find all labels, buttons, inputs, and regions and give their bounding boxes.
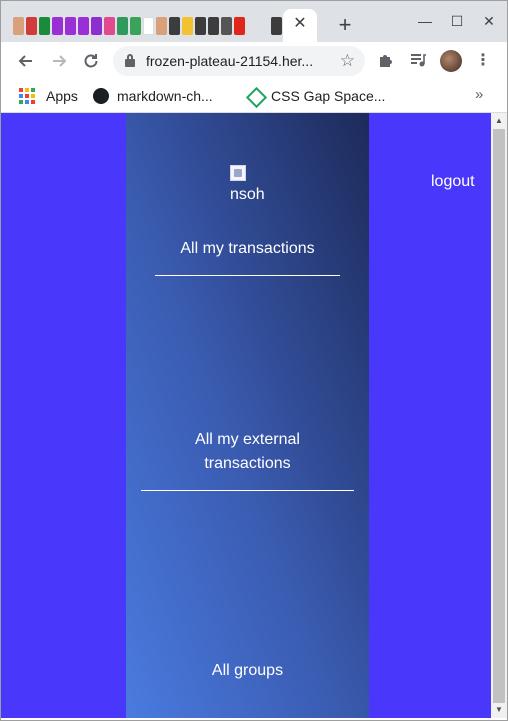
new-tab-button[interactable]: + bbox=[334, 14, 356, 36]
github-icon bbox=[93, 88, 109, 104]
android-favicon-icon[interactable] bbox=[117, 17, 128, 35]
green-app-favicon-icon[interactable] bbox=[39, 17, 50, 35]
red-app-favicon-icon[interactable] bbox=[26, 17, 37, 35]
css-diamond-icon bbox=[247, 88, 263, 104]
purple-app-favicon-icon[interactable] bbox=[52, 17, 63, 35]
page-viewport: nsoh logout All my transactions All my e… bbox=[1, 113, 491, 718]
refresh-favicon-icon[interactable] bbox=[221, 17, 232, 35]
tab-strip: ✕ + — ☐ ✕ bbox=[1, 1, 507, 42]
bookmarks-bar: Apps markdown-ch... CSS Gap Space... » bbox=[1, 80, 507, 113]
browser-menu-icon[interactable]: ⋮ bbox=[475, 51, 491, 71]
vertical-scrollbar[interactable]: ▲ ▼ bbox=[491, 113, 507, 718]
reload-icon[interactable] bbox=[80, 50, 102, 72]
youtube-favicon-icon[interactable] bbox=[234, 17, 245, 35]
purple-app-favicon-icon[interactable] bbox=[65, 17, 76, 35]
pinned-tab-favicons bbox=[13, 17, 245, 37]
scroll-up-arrow-icon[interactable]: ▲ bbox=[494, 116, 504, 126]
url-text[interactable]: frozen-plateau-21154.her... bbox=[146, 53, 324, 69]
bookmark-label: markdown-ch... bbox=[117, 88, 213, 104]
extensions-puzzle-icon[interactable] bbox=[376, 51, 396, 71]
menu-divider bbox=[141, 490, 354, 491]
profile-avatar[interactable] bbox=[440, 50, 462, 72]
logo-image: nsoh bbox=[230, 165, 270, 205]
scroll-down-arrow-icon[interactable]: ▼ bbox=[494, 705, 504, 715]
menu-all-groups[interactable]: All groups bbox=[126, 659, 369, 683]
minimize-button[interactable]: — bbox=[415, 11, 435, 31]
bookmark-markdown[interactable]: markdown-ch... bbox=[93, 86, 213, 106]
bookmark-css-gap[interactable]: CSS Gap Space... bbox=[247, 86, 385, 106]
bookmark-apps[interactable]: Apps bbox=[19, 86, 78, 106]
dollar-favicon-icon[interactable] bbox=[182, 17, 193, 35]
scroll-thumb[interactable] bbox=[493, 129, 505, 703]
logout-link[interactable]: logout bbox=[431, 173, 475, 191]
browser-window: ✕ + — ☐ ✕ frozen-plateau-21154.her... ☆ bbox=[0, 0, 508, 721]
broken-image-icon bbox=[230, 165, 246, 181]
avatar-dark-favicon-icon[interactable] bbox=[169, 17, 180, 35]
menu-all-external-transactions[interactable]: All my external transactions bbox=[176, 428, 319, 476]
lock-icon[interactable] bbox=[125, 54, 135, 67]
bookmark-star-icon[interactable]: ☆ bbox=[340, 51, 355, 71]
bookmark-label: Apps bbox=[46, 88, 78, 104]
avatar-dark-favicon-icon[interactable] bbox=[195, 17, 206, 35]
purple-app-favicon-icon[interactable] bbox=[91, 17, 102, 35]
menu-all-transactions[interactable]: All my transactions bbox=[126, 237, 369, 261]
avatar-dark-favicon-icon bbox=[271, 17, 282, 35]
apps-grid-icon bbox=[19, 88, 35, 104]
avatar-favicon-icon[interactable] bbox=[156, 17, 167, 35]
close-window-button[interactable]: ✕ bbox=[479, 11, 499, 31]
avatar-favicon-icon[interactable] bbox=[13, 17, 24, 35]
logo-alt-text: nsoh bbox=[230, 186, 265, 203]
menu-divider bbox=[155, 275, 340, 276]
more-bookmarks-icon[interactable]: » bbox=[475, 86, 483, 103]
google-favicon-icon[interactable] bbox=[143, 17, 154, 35]
avatar-dark-favicon-icon[interactable] bbox=[208, 17, 219, 35]
slack-favicon-icon[interactable] bbox=[104, 17, 115, 35]
maximize-button[interactable]: ☐ bbox=[447, 11, 467, 31]
media-queue-icon[interactable] bbox=[408, 51, 428, 71]
bookmark-label: CSS Gap Space... bbox=[271, 88, 386, 104]
tab-close-icon[interactable]: ✕ bbox=[293, 14, 307, 34]
sheet-favicon-icon[interactable] bbox=[130, 17, 141, 35]
browser-toolbar: frozen-plateau-21154.her... ☆ ⋮ bbox=[1, 42, 507, 80]
forward-arrow-icon[interactable] bbox=[48, 50, 70, 72]
back-arrow-icon[interactable] bbox=[15, 50, 37, 72]
address-bar[interactable]: frozen-plateau-21154.her... ☆ bbox=[113, 46, 365, 76]
purple-app-favicon-icon[interactable] bbox=[78, 17, 89, 35]
